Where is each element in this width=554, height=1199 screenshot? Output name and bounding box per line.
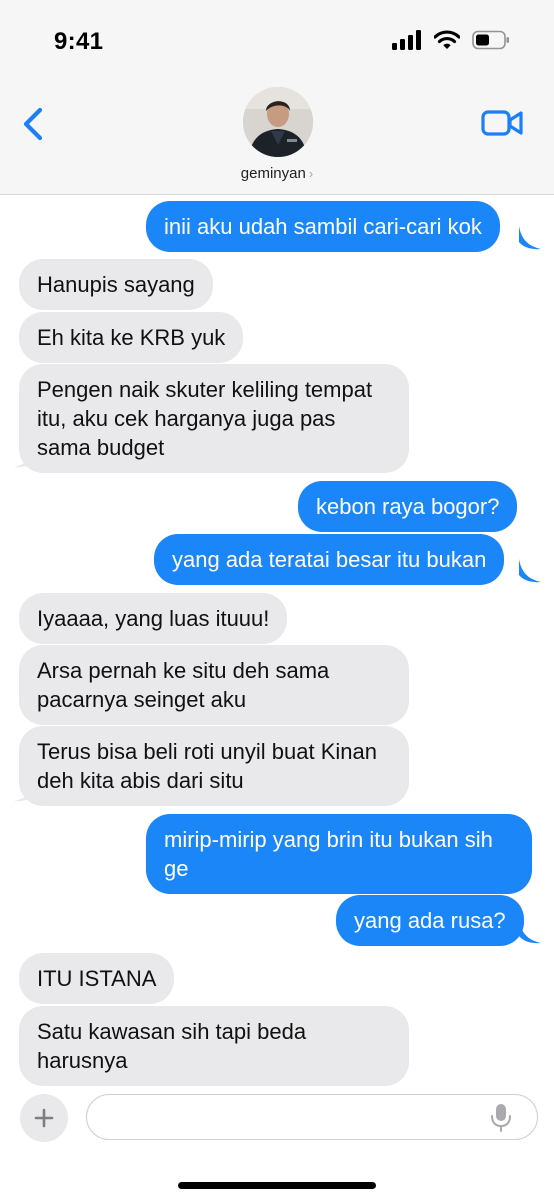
message-input[interactable] bbox=[86, 1094, 538, 1140]
message-text: Iyaaaa, yang luas ituuu! bbox=[37, 606, 270, 631]
message-bubble-outgoing[interactable]: kebon raya bogor? bbox=[298, 481, 518, 532]
contact-name[interactable]: geminyan › bbox=[0, 165, 554, 182]
bubble-tail bbox=[519, 920, 541, 944]
message-text: Eh kita ke KRB yuk bbox=[37, 325, 226, 350]
message-composer bbox=[0, 1086, 554, 1199]
status-time: 9:41 bbox=[54, 28, 104, 55]
message-text: inii aku udah sambil cari-cari kok bbox=[164, 214, 482, 239]
cellular-signal-icon bbox=[392, 30, 421, 50]
message-bubble-incoming[interactable]: ITU ISTANA bbox=[19, 953, 175, 1004]
microphone-icon[interactable] bbox=[490, 1103, 512, 1133]
message-text: Terus bisa beli roti unyil buat Kinan de… bbox=[37, 739, 377, 793]
message-text: yang ada teratai besar itu bukan bbox=[172, 547, 487, 572]
message-bubble-incoming[interactable]: Terus bisa beli roti unyil buat Kinan de… bbox=[19, 726, 409, 806]
bubble-tail bbox=[519, 226, 541, 250]
facetime-video-icon[interactable] bbox=[480, 106, 524, 140]
status-icons bbox=[392, 30, 510, 50]
message-bubble-incoming[interactable]: Eh kita ke KRB yuk bbox=[19, 312, 244, 363]
wifi-icon bbox=[434, 30, 460, 49]
message-bubble-incoming[interactable]: Iyaaaa, yang luas ituuu! bbox=[19, 593, 288, 644]
back-chevron-icon[interactable] bbox=[18, 104, 52, 144]
conversation-header: 9:41 geminyan › bbox=[0, 0, 554, 195]
bubble-tail bbox=[519, 559, 541, 583]
message-text: Satu kawasan sih tapi beda harusnya bbox=[37, 1019, 307, 1073]
apps-plus-button[interactable] bbox=[20, 1094, 68, 1142]
home-indicator bbox=[178, 1182, 376, 1189]
chevron-right-icon: › bbox=[308, 166, 314, 181]
message-bubble-incoming[interactable]: Arsa pernah ke situ deh sama pacarnya se… bbox=[19, 645, 409, 725]
message-thread[interactable]: inii aku udah sambil cari-cari kok Hanup… bbox=[0, 194, 554, 1086]
message-text: ITU ISTANA bbox=[37, 966, 157, 991]
message-text: Arsa pernah ke situ deh sama pacarnya se… bbox=[37, 658, 330, 712]
avatar[interactable] bbox=[243, 87, 313, 157]
contact-photo bbox=[243, 87, 313, 157]
message-bubble-incoming[interactable]: Hanupis sayang bbox=[19, 259, 213, 310]
message-bubble-outgoing[interactable]: yang ada teratai besar itu bukan bbox=[154, 534, 505, 585]
bubble-tail bbox=[14, 778, 36, 802]
battery-icon bbox=[472, 30, 509, 50]
message-text: Hanupis sayang bbox=[37, 272, 195, 297]
contact-name-label: geminyan bbox=[240, 165, 306, 182]
message-text: yang ada rusa? bbox=[354, 908, 506, 933]
bubble-tail bbox=[14, 444, 36, 468]
message-bubble-outgoing[interactable]: mirip-mirip yang brin itu bukan sih ge bbox=[146, 814, 532, 894]
message-bubble-outgoing[interactable]: yang ada rusa? bbox=[336, 895, 524, 946]
message-bubble-incoming[interactable]: Satu kawasan sih tapi beda harusnya bbox=[19, 1006, 409, 1086]
message-text: Pengen naik skuter keliling tempat itu, … bbox=[37, 377, 373, 460]
message-text: kebon raya bogor? bbox=[316, 494, 500, 519]
message-bubble-incoming[interactable]: Pengen naik skuter keliling tempat itu, … bbox=[19, 364, 409, 473]
message-text: mirip-mirip yang brin itu bukan sih ge bbox=[164, 827, 493, 881]
message-bubble-outgoing[interactable]: inii aku udah sambil cari-cari kok bbox=[146, 201, 500, 252]
plus-icon bbox=[34, 1108, 54, 1128]
